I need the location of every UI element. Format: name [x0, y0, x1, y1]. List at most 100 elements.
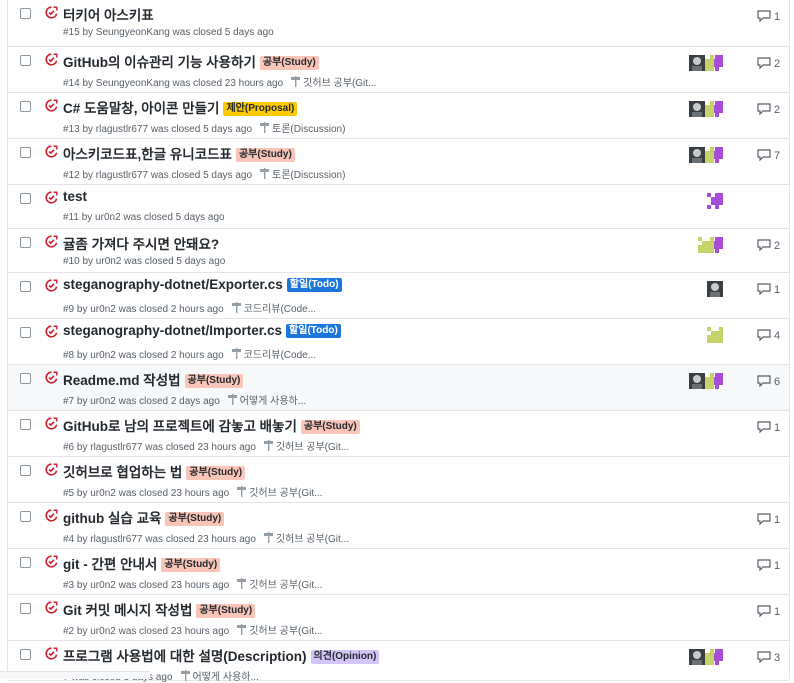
- issue-row[interactable]: C# 도움말창, 아이콘 만들기 제안(Proposal) #13 by rlagu…: [8, 93, 789, 139]
- select-checkbox[interactable]: [20, 603, 31, 614]
- issue-closed-icon: [45, 417, 58, 430]
- select-checkbox[interactable]: [20, 649, 31, 660]
- issue-label[interactable]: 공부(Study): [196, 604, 256, 618]
- issue-row[interactable]: test #11 by ur0n2 was closed 5 days ago: [8, 185, 789, 229]
- issue-label[interactable]: 제안(Proposal): [223, 102, 298, 116]
- select-checkbox[interactable]: [20, 55, 31, 66]
- select-checkbox[interactable]: [20, 557, 31, 568]
- comments-link[interactable]: 1: [757, 283, 780, 296]
- issue-row[interactable]: git - 간편 안내서 공부(Study) #3 by ur0n2 was clo…: [8, 549, 789, 595]
- milestone-link[interactable]: 어떻게 사용하...: [227, 394, 306, 407]
- issue-closed-icon: [45, 145, 58, 158]
- issue-title-link[interactable]: steganography-dotnet/Exporter.cs: [63, 277, 283, 292]
- issue-title-link[interactable]: 프로그램 사용법에 대한 설명(Description): [63, 649, 307, 664]
- issue-row[interactable]: Readme.md 작성법 공부(Study) #7 by ur0n2 was cl…: [8, 365, 789, 411]
- issue-row[interactable]: github 실습 교육 공부(Study) #4 by rlagustlr677 …: [8, 503, 789, 549]
- milestone-link[interactable]: 토론(Discussion): [260, 122, 345, 135]
- milestone-link[interactable]: 코드리뷰(Code...: [231, 302, 316, 315]
- select-checkbox[interactable]: [20, 465, 31, 476]
- avatar[interactable]: [689, 649, 705, 665]
- issue-title-link[interactable]: steganography-dotnet/Importer.cs: [63, 323, 282, 338]
- milestone-link[interactable]: 어떻게 사용하...: [180, 670, 259, 683]
- comments-link[interactable]: 6: [757, 375, 780, 388]
- issue-title-link[interactable]: C# 도움말창, 아이콘 만들기: [63, 101, 219, 116]
- issue-label[interactable]: 의견(Opinion): [310, 650, 380, 664]
- issue-row[interactable]: GitHub로 남의 프로젝트에 감놓고 배놓기 공부(Study) #6 by r…: [8, 411, 789, 457]
- status-bar: [0, 671, 150, 679]
- comments-link[interactable]: 1: [757, 605, 780, 618]
- comments-link[interactable]: 2: [757, 239, 780, 252]
- comments-link[interactable]: 3: [757, 651, 780, 664]
- issue-title-link[interactable]: git - 간편 안내서: [63, 557, 157, 572]
- issue-title-link[interactable]: GitHub로 남의 프로젝트에 감놓고 배놓기: [63, 419, 297, 434]
- issue-label[interactable]: 공부(Study): [235, 148, 295, 162]
- issue-title-link[interactable]: test: [63, 189, 87, 204]
- issue-row[interactable]: Git 커밋 메시지 작성법 공부(Study) #2 by ur0n2 was c…: [8, 595, 789, 641]
- comments-link[interactable]: 4: [757, 329, 780, 342]
- milestone-link[interactable]: 깃허브 공부(Git...: [263, 440, 349, 453]
- select-checkbox[interactable]: [20, 237, 31, 248]
- issue-title-link[interactable]: GitHub의 이슈관리 기능 사용하기: [63, 55, 256, 70]
- issue-label[interactable]: 할일(Todo): [286, 324, 341, 338]
- issue-label[interactable]: 할일(Todo): [286, 278, 342, 292]
- issue-title-link[interactable]: github 실습 교육: [63, 511, 161, 526]
- select-checkbox[interactable]: [20, 193, 31, 204]
- issue-label[interactable]: 공부(Study): [300, 420, 360, 434]
- milestone-link[interactable]: 깃허브 공부(Git...: [237, 578, 322, 591]
- issue-row[interactable]: steganography-dotnet/Importer.cs 할일(Todo)…: [8, 319, 789, 365]
- select-checkbox[interactable]: [20, 327, 31, 338]
- select-checkbox[interactable]: [20, 373, 31, 384]
- milestone-link[interactable]: 깃허브 공부(Git...: [237, 624, 322, 637]
- issue-label[interactable]: 공부(Study): [184, 374, 244, 388]
- issue-title-link[interactable]: 아스키코드표,한글 유니코드표: [63, 147, 232, 162]
- issue-label[interactable]: 공부(Study): [161, 558, 221, 572]
- comments-link[interactable]: 7: [757, 149, 780, 162]
- issue-row[interactable]: 귤좀 가져다 주시면 안돼요? #10 by ur0n2 was closed 5…: [8, 229, 789, 273]
- milestone-link[interactable]: 깃허브 공부(Git...: [237, 486, 322, 499]
- milestone-name: 토론(Discussion): [272, 170, 346, 181]
- avatar[interactable]: [689, 55, 705, 71]
- issue-row[interactable]: steganography-dotnet/Exporter.cs 할일(Todo)…: [8, 273, 789, 319]
- select-checkbox[interactable]: [20, 511, 31, 522]
- issue-row[interactable]: GitHub의 이슈관리 기능 사용하기 공부(Study) #14 by Seun…: [8, 47, 789, 93]
- issue-title-container: git - 간편 안내서 공부(Study): [63, 553, 221, 573]
- avatar[interactable]: [689, 101, 705, 117]
- select-checkbox[interactable]: [20, 281, 31, 292]
- avatar[interactable]: [707, 327, 723, 343]
- comments-link[interactable]: 2: [757, 103, 780, 116]
- select-checkbox[interactable]: [20, 101, 31, 112]
- milestone-icon: [291, 76, 303, 89]
- comments-link[interactable]: 1: [757, 513, 780, 526]
- issue-row[interactable]: 아스키코드표,한글 유니코드표 공부(Study) #12 by rlagustlr…: [8, 139, 789, 185]
- select-checkbox[interactable]: [20, 147, 31, 158]
- issue-title-link[interactable]: Readme.md 작성법: [63, 373, 181, 388]
- comments-link[interactable]: 1: [757, 421, 780, 434]
- issue-label[interactable]: 공부(Study): [165, 512, 225, 526]
- avatar[interactable]: [707, 281, 723, 297]
- avatar[interactable]: [689, 147, 705, 163]
- milestone-link[interactable]: 깃허브 공부(Git...: [263, 532, 349, 545]
- avatar[interactable]: [698, 237, 714, 253]
- milestone-name: 깃허브 공부(Git...: [303, 78, 377, 89]
- milestone-link[interactable]: 깃허브 공부(Git...: [291, 76, 377, 89]
- issue-row[interactable]: 깃허브로 협업하는 법 공부(Study) #5 by ur0n2 was clos…: [8, 457, 789, 503]
- issue-meta-text: #14 by SeungyeonKang was closed 23 hours…: [63, 78, 284, 89]
- select-checkbox[interactable]: [20, 8, 31, 19]
- comments-link[interactable]: 1: [757, 10, 780, 23]
- issue-row[interactable]: 터키어 아스키표 #15 by SeungyeonKang was closed …: [8, 0, 789, 47]
- milestone-link[interactable]: 코드리뷰(Code...: [231, 348, 316, 361]
- issue-label[interactable]: 공부(Study): [259, 56, 319, 70]
- issue-closed-icon: [45, 555, 58, 568]
- issue-title-link[interactable]: 터키어 아스키표: [63, 8, 154, 23]
- comments-link[interactable]: 1: [757, 559, 780, 572]
- issue-label[interactable]: 공부(Study): [186, 466, 246, 480]
- issue-title-link[interactable]: Git 커밋 메시지 작성법: [63, 603, 192, 618]
- avatar[interactable]: [707, 193, 723, 209]
- issue-title-link[interactable]: 깃허브로 협업하는 법: [63, 465, 182, 480]
- issue-meta: #2 by ur0n2 was closed 23 hours ago 깃허브 공…: [63, 622, 322, 637]
- select-checkbox[interactable]: [20, 419, 31, 430]
- milestone-link[interactable]: 토론(Discussion): [260, 168, 346, 181]
- comments-link[interactable]: 2: [757, 57, 780, 70]
- issue-title-link[interactable]: 귤좀 가져다 주시면 안돼요?: [63, 237, 219, 252]
- avatar[interactable]: [689, 373, 705, 389]
